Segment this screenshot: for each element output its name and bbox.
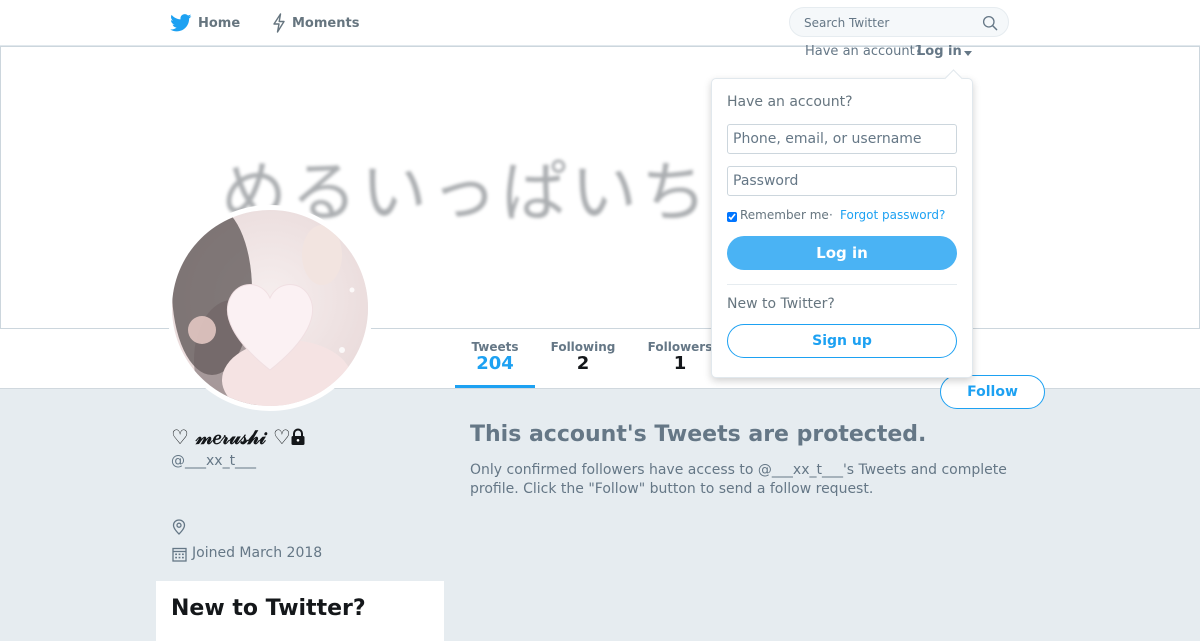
stat-following-value: 2 bbox=[576, 353, 590, 374]
screen-name[interactable]: @___xx_t___ bbox=[171, 453, 256, 469]
stat-following-label: Following bbox=[550, 340, 616, 354]
joined-date: Joined March 2018 bbox=[192, 545, 323, 561]
protected-title: This account's Tweets are protected. bbox=[470, 422, 927, 447]
username-field[interactable] bbox=[727, 124, 957, 154]
stat-followers[interactable]: Followers 1 bbox=[645, 340, 715, 374]
login-dropdown-toggle[interactable]: Log in bbox=[917, 44, 962, 59]
new-to-twitter-title: New to Twitter? bbox=[171, 596, 366, 621]
separator-dot: · bbox=[829, 208, 833, 222]
login-button[interactable]: Log in bbox=[727, 236, 957, 270]
nav-home[interactable]: Home bbox=[170, 12, 240, 34]
signup-button[interactable]: Sign up bbox=[727, 324, 957, 358]
top-navigation-bar: Home Moments bbox=[0, 0, 1200, 46]
profile-name: ♡ 𝓂𝑒𝓇𝓊𝓈𝒽𝒾 ♡ bbox=[171, 425, 291, 449]
stat-tweets[interactable]: Tweets 204 bbox=[455, 340, 535, 374]
avatar-image bbox=[172, 210, 368, 406]
new-to-twitter-label: New to Twitter? bbox=[727, 296, 835, 312]
caret-down-icon[interactable] bbox=[964, 51, 972, 56]
have-account-text: Have an account? bbox=[805, 44, 922, 59]
avatar-frame bbox=[167, 205, 373, 411]
stat-following[interactable]: Following 2 bbox=[545, 340, 621, 374]
stat-tweets-label: Tweets bbox=[471, 340, 519, 354]
remember-me-checkbox[interactable] bbox=[727, 212, 737, 222]
password-field[interactable] bbox=[727, 166, 957, 196]
stat-tweets-value: 204 bbox=[476, 353, 514, 374]
nav-moments[interactable]: Moments bbox=[272, 12, 359, 34]
calendar-icon bbox=[172, 547, 187, 562]
stat-followers-label: Followers bbox=[647, 340, 713, 354]
search-input[interactable] bbox=[802, 14, 976, 32]
dropdown-divider bbox=[727, 284, 957, 285]
dropdown-title: Have an account? bbox=[727, 94, 853, 110]
search-box bbox=[789, 7, 1009, 37]
stat-followers-value: 1 bbox=[673, 353, 687, 374]
location-icon bbox=[172, 519, 186, 535]
lightning-icon bbox=[273, 13, 285, 33]
nav-moments-label: Moments bbox=[292, 15, 360, 31]
avatar[interactable] bbox=[172, 210, 368, 406]
follow-button[interactable]: Follow bbox=[940, 375, 1045, 409]
search-icon[interactable] bbox=[982, 15, 998, 31]
forgot-password-link[interactable]: Forgot password? bbox=[840, 208, 945, 222]
protected-body: Only confirmed followers have access to … bbox=[470, 462, 1007, 497]
remember-me-label[interactable]: Remember me bbox=[740, 208, 829, 222]
twitter-bird-icon bbox=[170, 14, 192, 32]
nav-home-label: Home bbox=[198, 15, 241, 31]
new-to-twitter-card: New to Twitter? bbox=[156, 581, 444, 641]
login-dropdown: Have an account? Remember me · Forgot pa… bbox=[711, 69, 973, 378]
lock-icon bbox=[291, 428, 305, 445]
active-tab-underline bbox=[455, 385, 535, 388]
